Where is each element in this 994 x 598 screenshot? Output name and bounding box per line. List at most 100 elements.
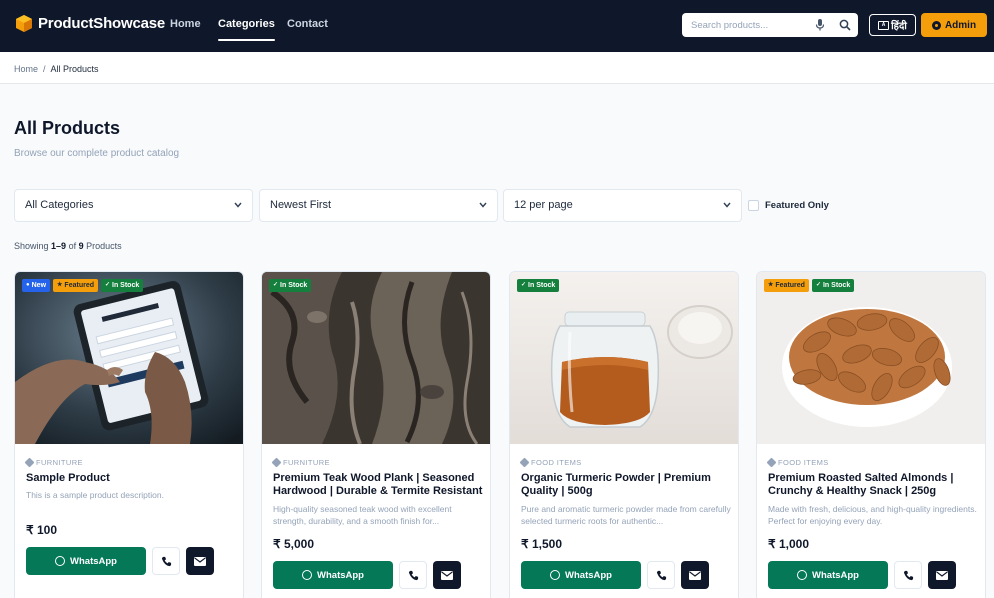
badge-group: ✓ In Stock xyxy=(517,279,560,292)
badge-label: In Stock xyxy=(112,282,140,289)
product-category: FOOD ITEMS xyxy=(766,457,829,468)
nav-link-home[interactable]: Home xyxy=(170,18,201,30)
mail-icon xyxy=(689,570,701,580)
product-description: Pure and aromatic turmeric powder made f… xyxy=(521,504,731,526)
page-subtitle: Browse our complete product catalog xyxy=(14,148,180,159)
chevron-down-icon xyxy=(723,202,731,208)
featured-only-checkbox[interactable] xyxy=(748,200,759,211)
product-category: FOOD ITEMS xyxy=(519,457,582,468)
whatsapp-icon xyxy=(797,570,808,580)
cube-logo-icon xyxy=(16,15,32,32)
badge-group: ✓ In Stock xyxy=(269,279,312,292)
product-card[interactable]: ✓ In Stock FOOD ITEMS Organic Turmeric Po… xyxy=(509,271,739,598)
badge-label: In Stock xyxy=(822,282,851,289)
breadcrumb-home[interactable]: Home xyxy=(14,64,38,74)
search-icon[interactable] xyxy=(839,19,851,31)
nav-link-contact[interactable]: Contact xyxy=(287,18,328,30)
whatsapp-label: WhatsApp xyxy=(812,569,859,581)
new-badge: ● New xyxy=(22,279,51,292)
sort-select-value: Newest First xyxy=(270,199,332,211)
mail-icon xyxy=(194,556,206,566)
in-stock-badge: ✓ In Stock xyxy=(100,279,144,292)
product-description: Made with fresh, delicious, and high-qua… xyxy=(768,504,977,526)
results-suffix: Products xyxy=(86,241,122,251)
language-label: हिंदी xyxy=(891,21,907,32)
product-price: ₹ 5,000 xyxy=(273,537,314,551)
badge-label: Featured xyxy=(64,282,94,289)
in-stock-badge: ✓ In Stock xyxy=(811,279,855,292)
category-select-value: All Categories xyxy=(25,199,94,211)
featured-only-label[interactable]: Featured Only xyxy=(765,200,829,211)
results-range: 1–9 xyxy=(51,241,67,251)
nav-link-categories[interactable]: Categories xyxy=(218,18,275,41)
product-name[interactable]: Organic Turmeric Powder | Premium Qualit… xyxy=(521,472,731,498)
microphone-icon[interactable] xyxy=(815,19,825,31)
tag-icon xyxy=(271,457,282,468)
call-button[interactable] xyxy=(152,547,180,575)
category-label: FOOD ITEMS xyxy=(778,458,829,467)
product-name[interactable]: Sample Product xyxy=(26,472,236,485)
product-image-bark[interactable] xyxy=(262,272,490,444)
results-of: of xyxy=(68,241,77,251)
badge-group: ★ Featured ✓ In Stock xyxy=(764,279,855,292)
whatsapp-button[interactable]: WhatsApp xyxy=(768,561,888,589)
mail-icon xyxy=(441,570,453,580)
whatsapp-button[interactable]: WhatsApp xyxy=(273,561,393,589)
top-navbar: ProductShowcase Home Categories Contact … xyxy=(0,0,994,52)
product-image-almond-bowl[interactable] xyxy=(757,272,985,444)
gear-icon xyxy=(931,20,941,30)
sort-select[interactable]: Newest First xyxy=(259,189,498,222)
breadcrumb-current: All Products xyxy=(50,64,99,74)
results-total: 9 xyxy=(78,241,84,251)
phone-icon xyxy=(161,556,171,566)
featured-badge: ★ Featured xyxy=(53,279,98,292)
product-image-turmeric-jar[interactable] xyxy=(510,272,738,444)
language-toggle-button[interactable]: A हिंदी xyxy=(869,14,916,36)
in-stock-badge: ✓ In Stock xyxy=(269,279,312,292)
whatsapp-label: WhatsApp xyxy=(565,569,612,581)
product-card[interactable]: ✓ In Stock FURNITURE Premium Teak Wood Pl… xyxy=(261,271,491,598)
product-image-tablet-signup[interactable] xyxy=(15,272,243,444)
product-name[interactable]: Premium Teak Wood Plank | Seasoned Hardw… xyxy=(273,472,483,498)
phone-icon xyxy=(408,570,418,580)
email-button[interactable] xyxy=(928,561,956,589)
product-price: ₹ 1,500 xyxy=(521,537,562,551)
phone-icon xyxy=(903,570,913,580)
product-description: This is a sample product description. xyxy=(26,490,164,500)
product-category: FURNITURE xyxy=(271,457,330,468)
featured-badge: ★ Featured xyxy=(764,279,809,292)
whatsapp-button[interactable]: WhatsApp xyxy=(26,547,146,575)
product-name[interactable]: Premium Roasted Salted Almonds | Crunchy… xyxy=(768,472,978,498)
whatsapp-icon xyxy=(302,570,313,580)
brand-link[interactable]: ProductShowcase xyxy=(16,15,165,32)
page-title: All Products xyxy=(14,118,121,138)
breadcrumb-separator: / xyxy=(43,64,46,74)
email-button[interactable] xyxy=(681,561,709,589)
badge-label: Featured xyxy=(775,282,805,289)
product-price: ₹ 100 xyxy=(26,523,57,537)
whatsapp-icon xyxy=(550,570,561,580)
whatsapp-button[interactable]: WhatsApp xyxy=(521,561,641,589)
search-input[interactable] xyxy=(682,13,810,37)
email-button[interactable] xyxy=(433,561,461,589)
chevron-down-icon xyxy=(234,202,242,208)
chevron-down-icon xyxy=(479,202,487,208)
email-button[interactable] xyxy=(186,547,214,575)
breadcrumb-bar: Home / All Products xyxy=(0,52,994,84)
badge-group: ● New ★ Featured ✓ In Stock xyxy=(22,279,144,292)
product-price: ₹ 1,000 xyxy=(768,537,809,551)
per-page-select[interactable]: 12 per page xyxy=(503,189,742,222)
admin-button[interactable]: Admin xyxy=(921,13,987,37)
in-stock-badge: ✓ In Stock xyxy=(517,279,560,292)
category-label: FURNITURE xyxy=(36,458,83,467)
product-card[interactable]: ★ Featured ✓ In Stock FOOD ITEMS Premium R… xyxy=(756,271,986,598)
per-page-select-value: 12 per page xyxy=(514,199,573,211)
category-label: FURNITURE xyxy=(283,458,330,467)
call-button[interactable] xyxy=(647,561,675,589)
category-label: FOOD ITEMS xyxy=(531,458,582,467)
call-button[interactable] xyxy=(894,561,922,589)
category-select[interactable]: All Categories xyxy=(14,189,253,222)
tag-icon xyxy=(24,457,35,468)
call-button[interactable] xyxy=(399,561,427,589)
product-card[interactable]: ● New ★ Featured ✓ In Stock FURNITURE Sampl… xyxy=(14,271,244,598)
